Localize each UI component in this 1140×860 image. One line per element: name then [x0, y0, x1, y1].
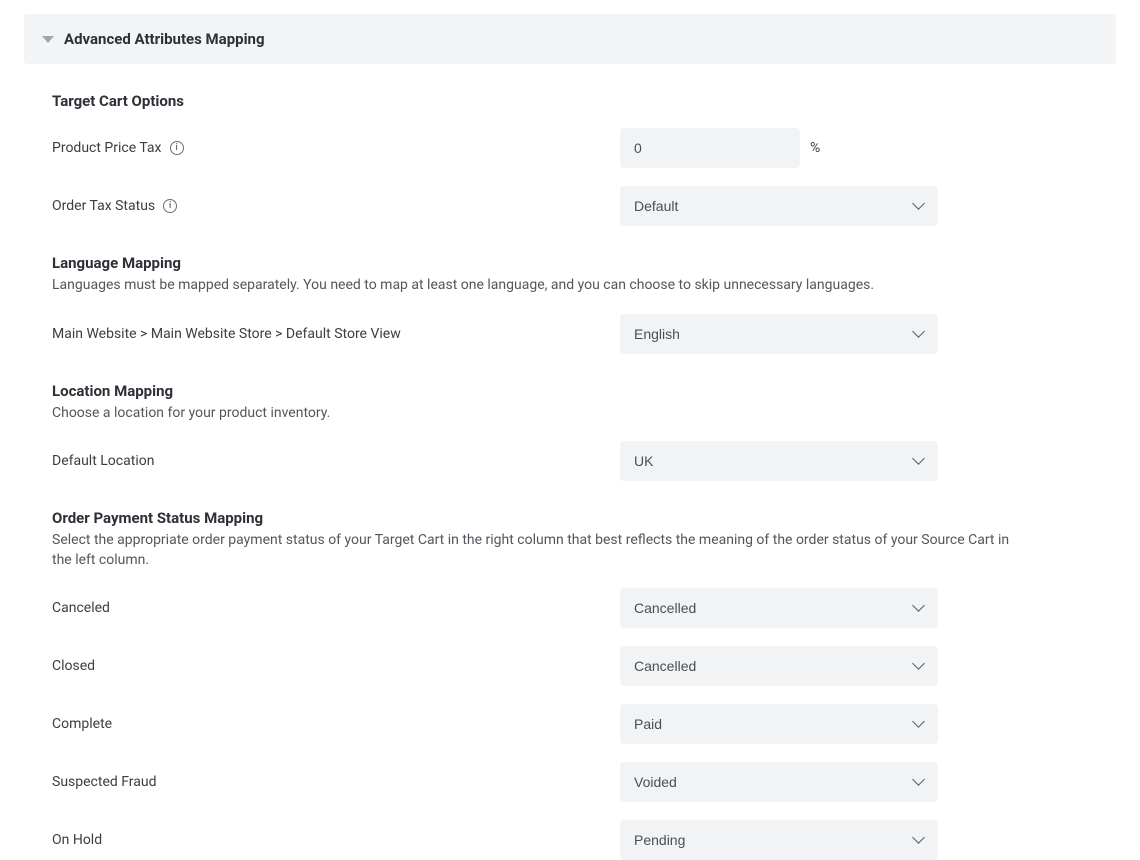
- label-default-location: Default Location: [52, 453, 154, 469]
- select-order-tax-status[interactable]: Default: [620, 186, 938, 226]
- label-status-on-hold: On Hold: [52, 832, 102, 848]
- panel-header-advanced-attributes[interactable]: Advanced Attributes Mapping: [24, 14, 1116, 64]
- select-status-closed[interactable]: Cancelled: [620, 646, 938, 686]
- label-status-closed: Closed: [52, 658, 95, 674]
- panel-title: Advanced Attributes Mapping: [64, 30, 265, 48]
- section-title-target-cart: Target Cart Options: [52, 92, 1128, 110]
- section-desc-location-mapping: Choose a location for your product inven…: [52, 404, 1012, 424]
- label-status-complete: Complete: [52, 716, 112, 732]
- section-title-location-mapping: Location Mapping: [52, 382, 1128, 400]
- label-status-canceled: Canceled: [52, 600, 110, 616]
- select-status-complete[interactable]: Paid: [620, 704, 938, 744]
- select-status-canceled[interactable]: Cancelled: [620, 588, 938, 628]
- input-product-price-tax[interactable]: [620, 128, 800, 168]
- label-product-price-tax: Product Price Tax: [52, 140, 162, 156]
- section-desc-language-mapping: Languages must be mapped separately. You…: [52, 276, 1012, 296]
- label-status-suspected-fraud: Suspected Fraud: [52, 774, 157, 790]
- select-default-location[interactable]: UK: [620, 441, 938, 481]
- select-language[interactable]: English: [620, 314, 938, 354]
- section-title-language-mapping: Language Mapping: [52, 254, 1128, 272]
- label-store-view: Main Website > Main Website Store > Defa…: [52, 326, 401, 342]
- label-order-tax-status: Order Tax Status: [52, 198, 155, 214]
- percent-suffix: %: [810, 140, 820, 156]
- section-title-payment-status: Order Payment Status Mapping: [52, 509, 1128, 527]
- select-status-suspected-fraud[interactable]: Voided: [620, 762, 938, 802]
- section-desc-payment-status: Select the appropriate order payment sta…: [52, 531, 1012, 570]
- info-icon[interactable]: i: [163, 199, 177, 213]
- select-status-on-hold[interactable]: Pending: [620, 820, 938, 860]
- chevron-down-icon: [42, 36, 54, 43]
- info-icon[interactable]: i: [170, 141, 184, 155]
